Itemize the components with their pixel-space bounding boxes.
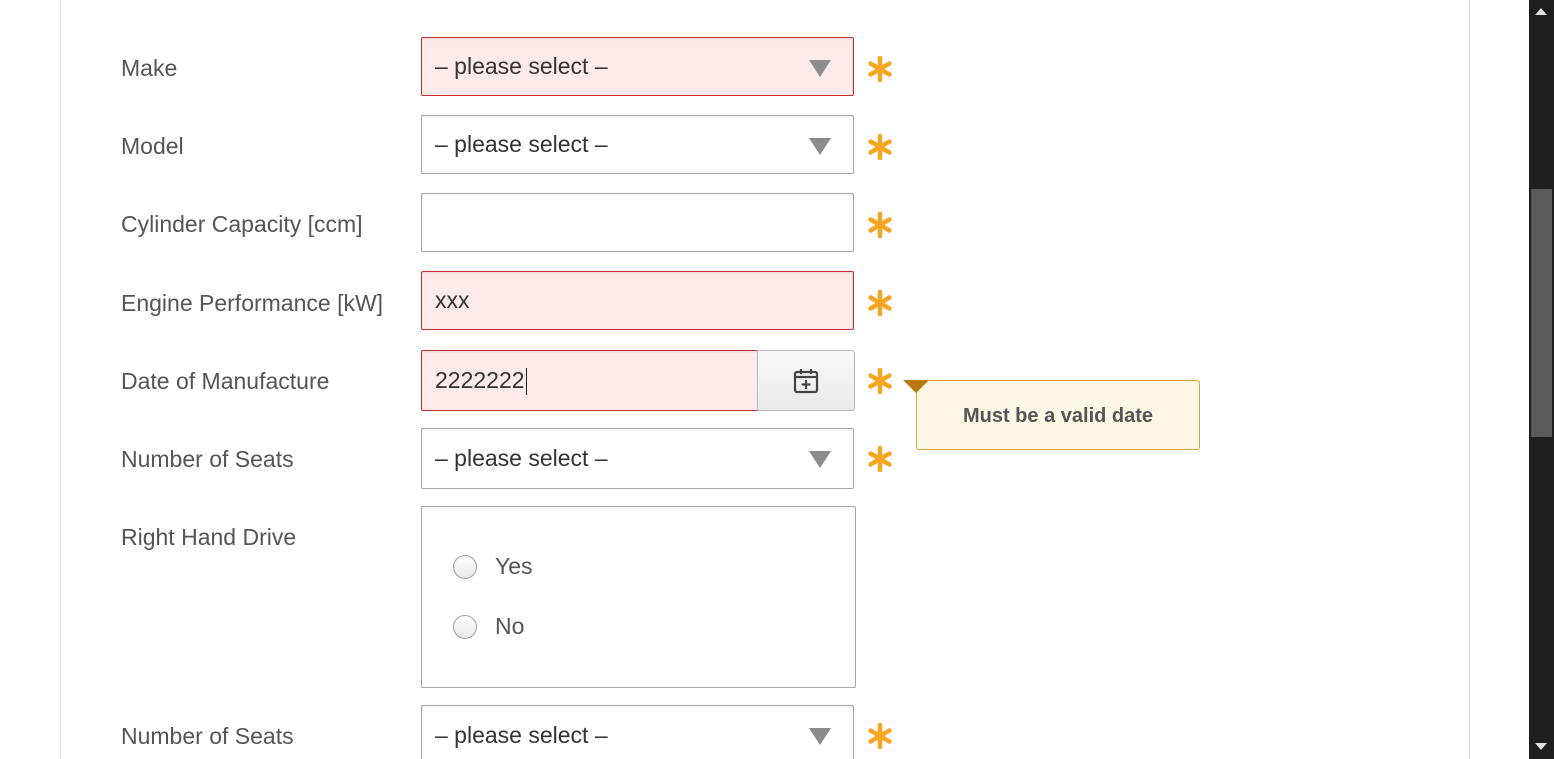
cylinder-capacity-input[interactable] [421, 193, 854, 252]
number-of-seats-2-value: – please select – [435, 722, 608, 748]
make-select-value: – please select – [435, 53, 608, 79]
radio-label: Yes [495, 553, 533, 579]
scroll-down-arrow-icon[interactable] [1535, 743, 1547, 750]
chevron-down-icon [809, 138, 831, 155]
asterisk-icon [868, 722, 892, 750]
number-of-seats-2-select[interactable]: – please select – [421, 705, 854, 759]
radio-option-no[interactable]: No [453, 613, 524, 640]
engine-performance-input[interactable]: xxx [421, 271, 854, 330]
date-of-manufacture-value: 2222222 [435, 367, 525, 393]
chevron-down-icon [809, 728, 831, 745]
tooltip-pointer [903, 380, 929, 393]
scroll-up-arrow-icon[interactable] [1535, 8, 1547, 15]
calendar-plus-icon [793, 368, 819, 393]
number-of-seats-2-label: Number of Seats [121, 723, 294, 749]
validation-tooltip: Must be a valid date [916, 380, 1200, 450]
number-of-seats-select[interactable]: – please select – [421, 428, 854, 489]
right-hand-drive-label: Right Hand Drive [121, 524, 297, 550]
calendar-button[interactable] [757, 350, 855, 411]
cylinder-capacity-label: Cylinder Capacity [ccm] [121, 211, 363, 237]
engine-performance-label: Engine Performance [kW] [121, 290, 384, 316]
asterisk-icon [868, 367, 892, 395]
asterisk-icon [868, 289, 892, 317]
make-label: Make [121, 55, 178, 81]
chevron-down-icon [809, 451, 831, 468]
asterisk-icon [868, 211, 892, 239]
model-label: Model [121, 133, 184, 159]
model-select[interactable]: – please select – [421, 115, 854, 174]
number-of-seats-value: – please select – [435, 445, 608, 471]
model-select-value: – please select – [435, 131, 608, 157]
date-of-manufacture-input[interactable]: 2222222 [421, 350, 758, 411]
radio-option-yes[interactable]: Yes [453, 553, 533, 580]
chevron-down-icon [809, 60, 831, 77]
number-of-seats-label: Number of Seats [121, 446, 294, 472]
asterisk-icon [868, 445, 892, 473]
make-select[interactable]: – please select – [421, 37, 854, 96]
scroll-thumb[interactable] [1531, 189, 1552, 437]
page: Make – please select – Model – please se… [0, 0, 1554, 759]
right-hand-drive-radio-group: Yes No [421, 506, 856, 688]
date-of-manufacture-label: Date of Manufacture [121, 368, 330, 394]
radio-button[interactable] [453, 614, 477, 639]
text-cursor [525, 368, 527, 396]
radio-button[interactable] [453, 554, 477, 579]
radio-label: No [495, 613, 525, 639]
vertical-scrollbar[interactable] [1529, 0, 1554, 759]
engine-performance-value: xxx [435, 287, 470, 313]
asterisk-icon [868, 55, 892, 83]
asterisk-icon [868, 133, 892, 161]
